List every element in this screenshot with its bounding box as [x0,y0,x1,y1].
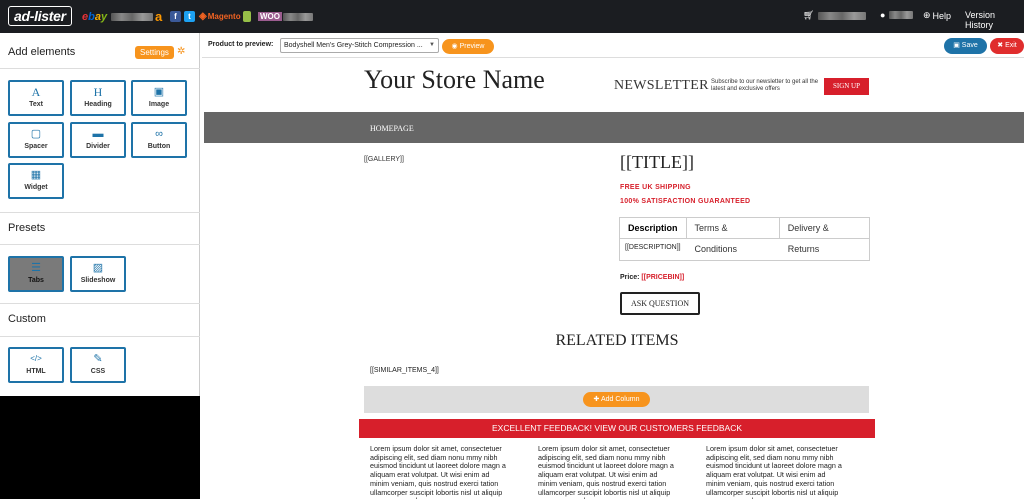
shopify-icon[interactable] [243,11,251,22]
element-button[interactable]: ∞ Button [131,122,187,158]
help-icon: ⊕ [923,10,931,20]
similar-items-placeholder: [[SIMILAR_ITEMS_4]] [370,367,439,374]
element-heading[interactable]: H Heading [70,80,126,116]
amazon-icon[interactable]: a [155,9,162,24]
link-icon: ∞ [155,128,163,140]
guarantee-text: 100% SATISFACTION GUARANTEED [620,198,751,205]
version-history-link[interactable]: Version History [965,10,1024,30]
cart-icon: 🛒︎ [803,10,815,20]
element-text[interactable]: A Text [8,80,64,116]
tabs-icon: ☰ [31,262,41,274]
store-name[interactable]: Your Store Name [364,65,545,95]
elements-sidebar: Add elements Settings ✲ A Text H Heading… [0,33,200,499]
newsletter-description: Subscribe to our newsletter to get all t… [711,79,819,92]
preset-tabs[interactable]: ☰ Tabs [8,256,64,292]
magento-channel[interactable]: ◈ Magento [199,10,241,23]
newsletter-title[interactable]: NEWSLETTER [614,78,709,94]
product-tabs: Description Terms & Conditions Delivery … [619,217,870,261]
price-line: Price: [[PRICEBIN]] [620,274,685,281]
nav-homepage[interactable]: HOMEPAGE [370,124,414,133]
element-image[interactable]: ▣ Image [131,80,187,116]
custom-css[interactable]: ✎ CSS [70,347,126,383]
camera-icon: ▣ [153,86,165,98]
lorem-column-2: Lorem ipsum dolor sit amet, consectetuer… [538,444,674,499]
help-link[interactable]: ⊕ Help [923,10,951,21]
woocommerce-channel[interactable]: WOO [258,10,313,23]
element-widget[interactable]: ▦ Widget [8,163,64,199]
text-icon: A [31,85,41,99]
divider-icon: ▬ [92,128,104,140]
feedback-banner[interactable]: EXCELLENT FEEDBACK! VIEW OUR CUSTOMERS F… [359,419,875,438]
related-items-title[interactable]: RELATED ITEMS [204,332,1024,350]
edit-icon: ✎ [93,353,103,365]
facebook-icon[interactable]: f [170,11,181,22]
gallery-placeholder[interactable]: [[GALLERY]] [364,156,404,163]
tab-terms[interactable]: Terms & Conditions [687,218,780,254]
save-button[interactable]: ▣ Save [944,38,987,54]
redacted-value [818,11,867,20]
ebay-channel[interactable]: ebay [82,10,154,23]
preview-button[interactable]: ◉ Preview [442,39,494,54]
eye-icon: ◉ [451,43,458,50]
redacted-username [889,11,914,19]
free-shipping-text: FREE UK SHIPPING [620,184,691,191]
redacted-account [111,12,154,21]
lorem-column-1: Lorem ipsum dolor sit amet, consectetuer… [370,444,506,499]
editor-toolbar: Product to preview: Bodyshell Men's Grey… [202,34,1024,58]
presets-title: Presets [8,222,46,234]
picture-icon: ▨ [92,262,104,274]
custom-html[interactable]: </> HTML [8,347,64,383]
code-icon: </> [30,354,42,363]
exit-button[interactable]: ✖ Exit [990,38,1024,54]
product-preview-label: Product to preview: [208,41,274,48]
add-elements-title: Add elements [8,46,76,58]
top-bar: ad-lister ebay a f t ◈ Magento WOO 🛒︎ ● ⊕… [0,0,1024,33]
redacted-account [283,12,313,21]
user-icon: ● [880,10,886,20]
settings-button[interactable]: Settings [135,46,174,59]
nav-band: HOMEPAGE [204,112,1024,143]
tab-delivery[interactable]: Delivery & Returns [780,218,869,254]
heading-icon: H [93,85,103,99]
spacer-icon: ▢ [30,128,42,140]
element-divider[interactable]: ▬ Divider [70,122,126,158]
element-spacer[interactable]: ▢ Spacer [8,122,64,158]
signup-button[interactable]: SIGN UP [824,78,869,95]
tab-description[interactable]: Description [620,218,687,238]
template-canvas[interactable]: Your Store Name NEWSLETTER Subscribe to … [204,59,1024,499]
description-placeholder: [[DESCRIPTION]] [625,244,681,251]
product-title[interactable]: [[TITLE]] [620,152,694,173]
grid-icon: ▦ [30,169,42,181]
cart-menu[interactable]: 🛒︎ [803,10,867,21]
chevron-down-icon: ▼ [429,42,435,48]
custom-title: Custom [8,313,46,325]
add-column-button[interactable]: ✚ Add Column [583,392,650,407]
preset-slideshow[interactable]: ▨ Slideshow [70,256,126,292]
twitter-icon[interactable]: t [184,11,195,22]
floppy-icon: ▣ [953,42,960,49]
ad-lister-logo[interactable]: ad-lister [8,6,72,26]
ask-question-button[interactable]: ASK QUESTION [620,292,700,315]
plus-icon: ✚ [593,396,600,403]
sidebar-empty-area [0,396,200,499]
magento-icon: ◈ [199,11,207,22]
lorem-column-3: Lorem ipsum dolor sit amet, consectetuer… [706,444,842,499]
gear-icon[interactable]: ✲ [177,46,185,57]
price-placeholder: [[PRICEBIN]] [641,274,685,281]
close-icon: ✖ [997,42,1004,49]
product-preview-select[interactable]: Bodyshell Men's Grey-Stitch Compression … [280,38,439,53]
user-menu[interactable]: ● [880,10,914,20]
add-column-row: ✚ Add Column [364,386,869,413]
